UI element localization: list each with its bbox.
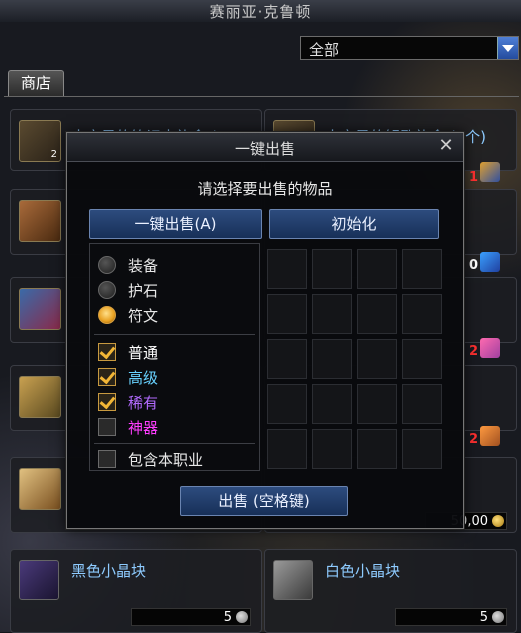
dialog-title: 一键出售 bbox=[234, 140, 295, 158]
sell-slot[interactable] bbox=[312, 429, 352, 469]
radio-button[interactable] bbox=[98, 256, 116, 274]
window-title: 赛丽亚·克鲁顿 bbox=[209, 3, 312, 21]
radio-button[interactable] bbox=[98, 281, 116, 299]
tab-shop[interactable]: 商店 bbox=[8, 70, 64, 96]
shop-item-card[interactable]: 白色小晶块 5 bbox=[264, 549, 517, 633]
checkbox[interactable] bbox=[98, 368, 116, 386]
sell-slot[interactable] bbox=[357, 339, 397, 379]
sell-slot[interactable] bbox=[312, 249, 352, 289]
sell-slot[interactable] bbox=[267, 339, 307, 379]
sell-slot[interactable] bbox=[402, 249, 442, 289]
side-count: 0 bbox=[469, 258, 479, 273]
sell-slot[interactable] bbox=[402, 384, 442, 424]
sell-slot[interactable] bbox=[267, 294, 307, 334]
checkbox-artifact[interactable]: 神器 bbox=[98, 416, 258, 438]
chevron-down-icon[interactable] bbox=[497, 37, 518, 59]
sell-slot[interactable] bbox=[267, 384, 307, 424]
side-count: 2 bbox=[469, 432, 479, 447]
silver-coin-icon bbox=[492, 611, 504, 623]
gift-box-icon bbox=[480, 252, 500, 272]
checkbox-uncommon[interactable]: 高级 bbox=[98, 366, 258, 388]
category-filter-value: 全部 bbox=[309, 41, 340, 59]
checkbox-common[interactable]: 普通 bbox=[98, 341, 258, 363]
sell-slot[interactable] bbox=[402, 339, 442, 379]
price-box: 5 bbox=[131, 608, 251, 626]
reset-button[interactable]: 初始化 bbox=[269, 209, 439, 239]
radio-label: 护石 bbox=[128, 282, 159, 300]
checkbox-label: 包含本职业 bbox=[128, 451, 204, 469]
quick-sell-dialog: 一键出售 ✕ 请选择要出售的物品 一键出售(A) 初始化 装备 护石 符文 普通… bbox=[66, 132, 464, 529]
gift-box-icon bbox=[480, 426, 500, 446]
checkbox-label: 稀有 bbox=[128, 394, 159, 412]
sell-slot[interactable] bbox=[357, 429, 397, 469]
checkbox-label: 高级 bbox=[128, 369, 159, 387]
divider bbox=[94, 334, 255, 335]
dialog-instruction: 请选择要出售的物品 bbox=[197, 180, 333, 198]
item-price: 5 bbox=[223, 610, 232, 625]
checkbox-include-class[interactable]: 包含本职业 bbox=[98, 448, 258, 470]
sell-slot[interactable] bbox=[312, 339, 352, 379]
notebook-gift-icon: 2 bbox=[19, 120, 61, 162]
bag-icon bbox=[19, 200, 61, 242]
checkbox-label: 神器 bbox=[128, 419, 159, 437]
dialog-titlebar[interactable]: 一键出售 ✕ bbox=[67, 133, 463, 162]
category-filter-select[interactable]: 全部 bbox=[300, 36, 519, 60]
radio-talisman[interactable]: 护石 bbox=[98, 279, 258, 301]
checkbox[interactable] bbox=[98, 343, 116, 361]
sell-slot[interactable] bbox=[402, 294, 442, 334]
quick-sell-button[interactable]: 一键出售(A) bbox=[89, 209, 262, 239]
item-type-filter-panel: 装备 护石 符文 普通 高级 稀有 神器 包含本职业 bbox=[89, 243, 260, 471]
gift-box-icon bbox=[480, 338, 500, 358]
radio-label: 装备 bbox=[128, 257, 159, 275]
item-name: 白色小晶块 bbox=[325, 562, 401, 580]
radio-equipment[interactable]: 装备 bbox=[98, 254, 258, 276]
checkbox-rare[interactable]: 稀有 bbox=[98, 391, 258, 413]
sell-slot-grid bbox=[267, 249, 445, 469]
item-quantity: 2 bbox=[50, 149, 57, 160]
map-icon bbox=[19, 376, 61, 418]
checkbox-label: 普通 bbox=[128, 344, 159, 362]
sell-slot[interactable] bbox=[357, 384, 397, 424]
checkbox[interactable] bbox=[98, 418, 116, 436]
sell-slot[interactable] bbox=[357, 294, 397, 334]
radio-button[interactable] bbox=[98, 306, 116, 324]
sell-slot[interactable] bbox=[267, 249, 307, 289]
confirm-sell-button[interactable]: 出售 (空格键) bbox=[180, 486, 348, 516]
sell-slot[interactable] bbox=[357, 249, 397, 289]
shop-item-card[interactable]: 黑色小晶块 5 bbox=[10, 549, 262, 633]
item-name: 黑色小晶块 bbox=[71, 562, 147, 580]
item-price: 5 bbox=[479, 610, 488, 625]
checkbox[interactable] bbox=[98, 393, 116, 411]
gold-coin-icon bbox=[492, 515, 504, 527]
heart-icon bbox=[19, 468, 61, 510]
checkbox[interactable] bbox=[98, 450, 116, 468]
side-count: 2 bbox=[469, 344, 479, 359]
scroll-icon bbox=[19, 288, 61, 330]
side-count: 1 bbox=[469, 170, 479, 185]
sell-slot[interactable] bbox=[312, 384, 352, 424]
divider bbox=[94, 443, 255, 444]
sell-slot[interactable] bbox=[312, 294, 352, 334]
black-crystal-icon bbox=[19, 560, 59, 600]
silver-coin-icon bbox=[236, 611, 248, 623]
white-crystal-icon bbox=[273, 560, 313, 600]
sell-slot[interactable] bbox=[267, 429, 307, 469]
gift-box-icon bbox=[480, 162, 500, 182]
close-icon[interactable]: ✕ bbox=[437, 136, 455, 156]
sell-slot[interactable] bbox=[402, 429, 442, 469]
window-titlebar: 赛丽亚·克鲁顿 bbox=[0, 0, 521, 23]
radio-rune[interactable]: 符文 bbox=[98, 304, 258, 326]
price-box: 5 bbox=[395, 608, 507, 626]
radio-label: 符文 bbox=[128, 307, 159, 325]
